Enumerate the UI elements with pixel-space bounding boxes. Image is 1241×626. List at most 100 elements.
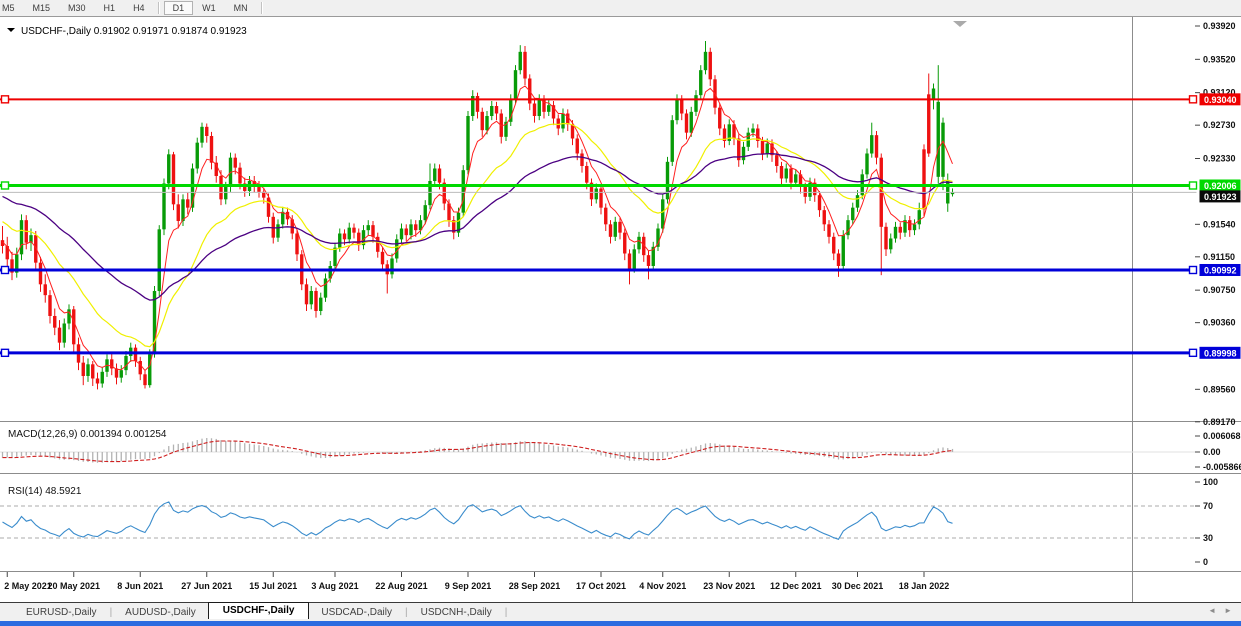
candle bbox=[86, 364, 89, 376]
candle bbox=[196, 143, 199, 169]
level-handle[interactable] bbox=[1190, 266, 1197, 273]
candle bbox=[618, 222, 621, 233]
tab-eurusd-daily[interactable]: EURUSD-,Daily bbox=[14, 606, 109, 619]
candle bbox=[424, 205, 427, 220]
candle bbox=[400, 228, 403, 239]
rsi-label: RSI(14) 48.5921 bbox=[8, 486, 82, 497]
candle bbox=[53, 316, 56, 328]
candle bbox=[219, 176, 222, 199]
candle bbox=[44, 284, 47, 295]
chart-shift-marker-icon[interactable] bbox=[953, 21, 967, 27]
date-axis-label: 8 Jun 2021 bbox=[117, 581, 163, 591]
level-handle[interactable] bbox=[2, 349, 9, 356]
level-handle[interactable] bbox=[2, 266, 9, 273]
candle bbox=[671, 120, 674, 162]
candle bbox=[514, 70, 517, 99]
candle bbox=[120, 370, 123, 377]
candle bbox=[547, 105, 550, 112]
candle bbox=[766, 143, 769, 153]
candle bbox=[614, 222, 617, 237]
candle bbox=[875, 135, 878, 157]
date-axis-label: 9 Sep 2021 bbox=[445, 581, 492, 591]
candle bbox=[913, 224, 916, 230]
timeframe-button-h4[interactable]: H4 bbox=[124, 1, 154, 15]
toolbar-separator bbox=[158, 2, 160, 14]
candle bbox=[101, 372, 104, 384]
candle bbox=[167, 154, 170, 183]
candle bbox=[690, 112, 693, 133]
candle bbox=[324, 278, 327, 297]
level-handle[interactable] bbox=[2, 182, 9, 189]
price-axis-label: 0.89170 bbox=[1203, 417, 1236, 427]
candle bbox=[699, 70, 702, 95]
candle bbox=[837, 253, 840, 265]
candle bbox=[63, 323, 66, 342]
candle bbox=[533, 103, 536, 115]
timeframe-button-d1[interactable]: D1 bbox=[164, 1, 194, 15]
trading-terminal: M5M15M30H1H4 D1W1MN 0.939200.935200.93120… bbox=[0, 0, 1241, 626]
candle bbox=[162, 183, 165, 229]
level-0.89998-badge-label: 0.89998 bbox=[1204, 348, 1237, 358]
timeframe-button-m5[interactable]: M5 bbox=[0, 1, 24, 15]
macd-scale-label: 0.00 bbox=[1203, 447, 1221, 457]
symbol-dropdown-icon[interactable] bbox=[7, 28, 15, 32]
level-handle[interactable] bbox=[1190, 349, 1197, 356]
candle bbox=[637, 237, 640, 249]
timeframe-button-w1[interactable]: W1 bbox=[193, 1, 225, 15]
date-axis-label: 23 Nov 2021 bbox=[703, 581, 755, 591]
price-axis-label: 0.90750 bbox=[1203, 285, 1236, 295]
candle bbox=[647, 255, 650, 266]
tab-scroll-right-icon[interactable]: ► bbox=[1220, 606, 1236, 615]
candle bbox=[172, 154, 175, 204]
candle bbox=[234, 158, 237, 168]
level-handle[interactable] bbox=[1190, 96, 1197, 103]
timeframe-button-m15[interactable]: M15 bbox=[24, 1, 60, 15]
rsi-scale-label: 100 bbox=[1203, 477, 1218, 487]
tab-scroll-arrows: ◄► bbox=[1204, 606, 1236, 615]
candle bbox=[210, 136, 213, 163]
candle bbox=[884, 227, 887, 249]
tab-usdcnh-daily[interactable]: USDCNH-,Daily bbox=[409, 606, 504, 619]
symbol-title: USDCHF-,Daily 0.91902 0.91971 0.91874 0.… bbox=[21, 26, 247, 37]
level-handle[interactable] bbox=[1190, 182, 1197, 189]
candle bbox=[485, 116, 488, 130]
candle bbox=[433, 168, 436, 180]
candle bbox=[818, 195, 821, 210]
candle bbox=[922, 149, 925, 209]
candle bbox=[205, 127, 208, 136]
candle bbox=[832, 237, 835, 254]
timeframe-button-mn[interactable]: MN bbox=[225, 1, 257, 15]
candle bbox=[158, 229, 161, 291]
timeframe-button-m30[interactable]: M30 bbox=[59, 1, 95, 15]
date-axis-label: 2 May 2021 bbox=[4, 581, 52, 591]
candle bbox=[675, 99, 678, 120]
candle bbox=[946, 180, 949, 203]
candle bbox=[343, 233, 346, 239]
tab-scroll-left-icon[interactable]: ◄ bbox=[1204, 606, 1220, 615]
tab-audusd-daily[interactable]: AUDUSD-,Daily bbox=[113, 606, 208, 619]
candle bbox=[281, 212, 284, 224]
candle bbox=[561, 113, 564, 128]
candle bbox=[680, 99, 683, 113]
tab-usdchf-daily[interactable]: USDCHF-,Daily bbox=[208, 602, 310, 619]
macd-scale-label: 0.006068 bbox=[1203, 431, 1241, 441]
tab-usdcad-daily[interactable]: USDCAD-,Daily bbox=[309, 606, 404, 619]
candle bbox=[310, 291, 313, 304]
candle bbox=[941, 123, 944, 177]
level-handle[interactable] bbox=[2, 96, 9, 103]
candle bbox=[742, 147, 745, 160]
candle bbox=[609, 224, 612, 236]
candle bbox=[481, 112, 484, 130]
candle bbox=[58, 328, 61, 343]
candle bbox=[91, 364, 94, 378]
candle bbox=[899, 227, 902, 233]
rsi-scale-label: 30 bbox=[1203, 533, 1213, 543]
candle bbox=[319, 298, 322, 311]
timeframe-button-h1[interactable]: H1 bbox=[95, 1, 125, 15]
candle bbox=[224, 187, 227, 199]
price-axis-label: 0.91150 bbox=[1203, 252, 1235, 262]
candle bbox=[794, 174, 797, 182]
candle bbox=[694, 95, 697, 112]
chart-canvas: 0.939200.935200.931200.927300.923300.915… bbox=[0, 0, 1241, 626]
main-price-pane bbox=[1, 41, 954, 389]
